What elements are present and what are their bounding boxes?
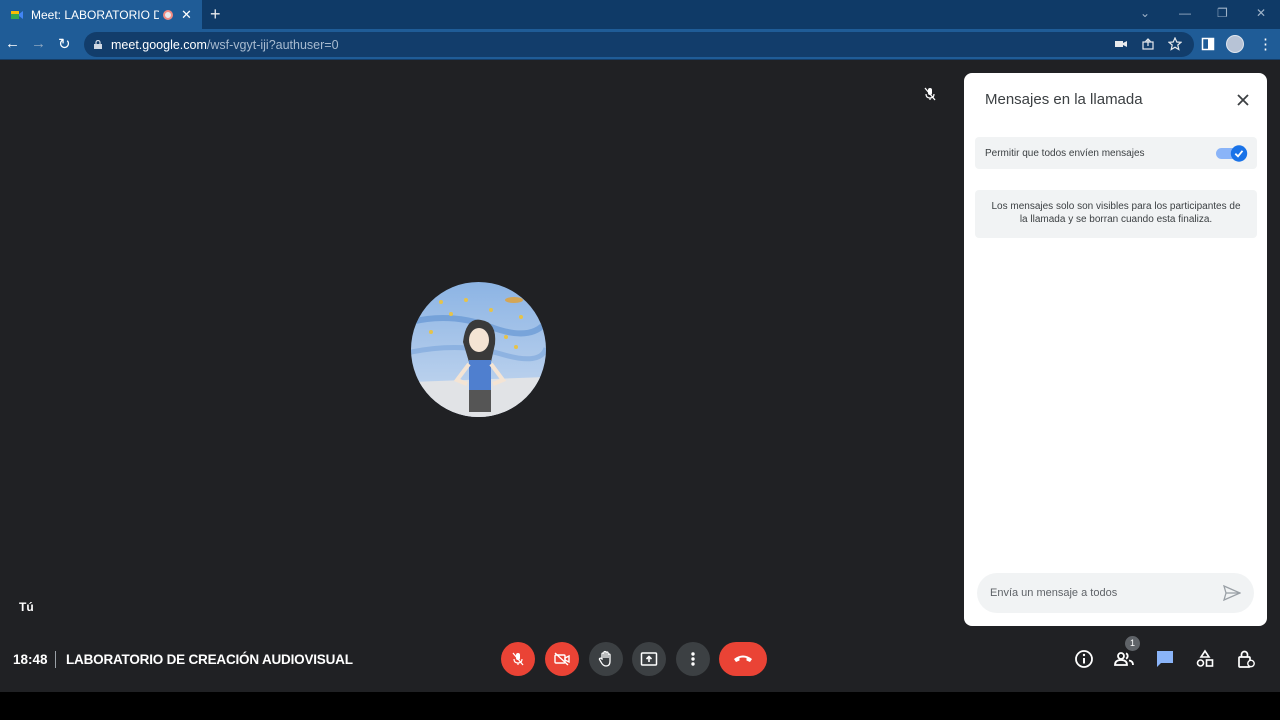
screen-bottom-strip xyxy=(0,692,1280,720)
reload-icon[interactable]: ↻ xyxy=(58,35,71,53)
forward-icon[interactable]: → xyxy=(31,35,46,52)
meeting-title: LABORATORIO DE CREACIÓN AUDIOVISUAL xyxy=(66,652,353,667)
recording-indicator-icon xyxy=(163,9,173,20)
url-host: meet.google.com xyxy=(111,37,207,52)
mic-off-icon xyxy=(512,652,524,666)
camera-toggle-button[interactable] xyxy=(545,642,579,676)
restore-icon[interactable]: ❐ xyxy=(1217,6,1228,20)
tab-title: Meet: LABORATORIO DE CRE xyxy=(31,7,159,22)
url-path: /wsf-vgyt-iji?authuser=0 xyxy=(206,37,339,52)
leave-call-button[interactable] xyxy=(719,642,767,676)
share-icon[interactable] xyxy=(1141,37,1155,51)
meet-stage: Tú Mensajes en la llamada Permitir que t… xyxy=(0,60,1280,692)
self-name-label: Tú xyxy=(19,600,34,614)
bookmark-star-icon[interactable] xyxy=(1168,37,1182,51)
camera-in-use-icon[interactable] xyxy=(1114,37,1128,51)
participant-avatar xyxy=(411,282,546,417)
microphone-toggle-button[interactable] xyxy=(501,642,535,676)
permission-row: Permitir que todos envíen mensajes xyxy=(975,137,1257,169)
present-icon xyxy=(640,652,658,666)
hang-up-icon xyxy=(734,655,752,662)
host-controls-icon[interactable] xyxy=(1236,649,1256,669)
chat-panel: Mensajes en la llamada Permitir que todo… xyxy=(964,73,1267,626)
new-tab-icon[interactable]: + xyxy=(210,4,221,24)
minimize-icon[interactable]: — xyxy=(1179,6,1191,20)
activities-icon[interactable] xyxy=(1195,649,1215,669)
mic-off-indicator-icon xyxy=(924,87,936,101)
present-screen-button[interactable] xyxy=(632,642,666,676)
browser-menu-icon[interactable]: ⋮ xyxy=(1258,35,1273,53)
more-vert-icon xyxy=(691,652,695,666)
people-count-badge: 1 xyxy=(1125,636,1140,651)
message-composer xyxy=(977,573,1254,613)
divider xyxy=(55,651,56,668)
lock-icon xyxy=(94,40,102,49)
window-close-icon[interactable]: ✕ xyxy=(1256,6,1266,20)
allow-messages-toggle[interactable] xyxy=(1216,145,1248,162)
close-icon[interactable] xyxy=(1235,92,1251,108)
browser-tab-meet[interactable]: Meet: LABORATORIO DE CRE ✕ xyxy=(0,0,202,29)
side-panel-icon[interactable] xyxy=(1201,37,1215,51)
back-icon[interactable]: ← xyxy=(5,35,20,52)
raise-hand-button[interactable] xyxy=(589,642,623,676)
meet-favicon-icon xyxy=(11,10,23,19)
address-bar[interactable]: meet.google.com/wsf-vgyt-iji?authuser=0 xyxy=(84,32,1194,57)
permission-label: Permitir que todos envíen mensajes xyxy=(985,148,1145,159)
tab-search-icon[interactable]: ⌄ xyxy=(1140,6,1150,20)
camera-off-icon xyxy=(554,652,570,666)
chat-info-note: Los mensajes solo son visibles para los … xyxy=(975,190,1257,238)
browser-tab-strip: Meet: LABORATORIO DE CRE ✕ + ⌄ — ❐ ✕ xyxy=(0,0,1280,29)
screen: Meet: LABORATORIO DE CRE ✕ + ⌄ — ❐ ✕ ← →… xyxy=(0,0,1280,720)
chat-icon[interactable] xyxy=(1155,649,1175,669)
meeting-clock: 18:48 xyxy=(13,652,48,667)
browser-toolbar: ← → ↻ meet.google.com/wsf-vgyt-iji?authu… xyxy=(0,29,1280,60)
chat-panel-title: Mensajes en la llamada xyxy=(985,91,1143,108)
message-input[interactable] xyxy=(990,584,1210,602)
tab-close-icon[interactable]: ✕ xyxy=(181,7,192,23)
people-icon[interactable] xyxy=(1114,649,1134,669)
profile-avatar[interactable] xyxy=(1226,35,1244,53)
send-icon[interactable] xyxy=(1223,585,1241,601)
hand-icon xyxy=(598,650,611,667)
more-options-button[interactable] xyxy=(676,642,710,676)
meeting-details-icon[interactable] xyxy=(1074,649,1094,669)
